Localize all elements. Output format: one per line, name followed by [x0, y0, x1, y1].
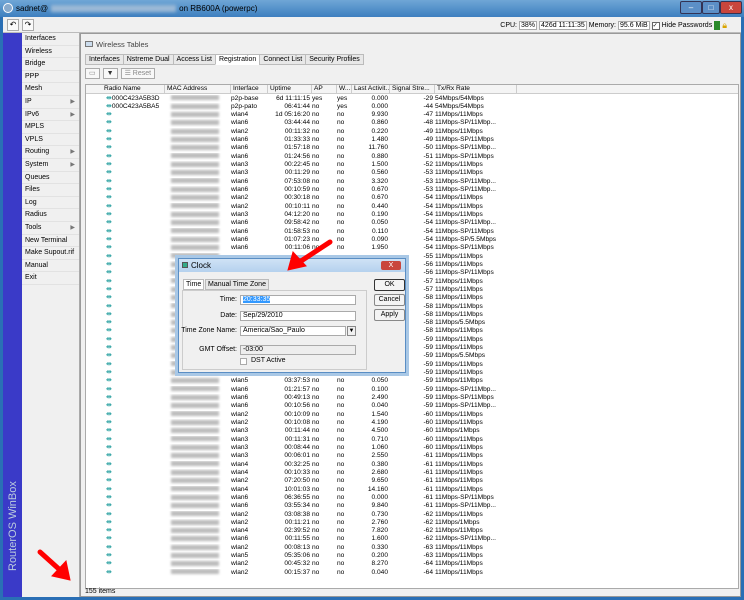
- red-arrow-corner: [37, 549, 71, 581]
- red-arrow-dialog: [287, 239, 333, 271]
- annotation-arrows: [37, 239, 333, 581]
